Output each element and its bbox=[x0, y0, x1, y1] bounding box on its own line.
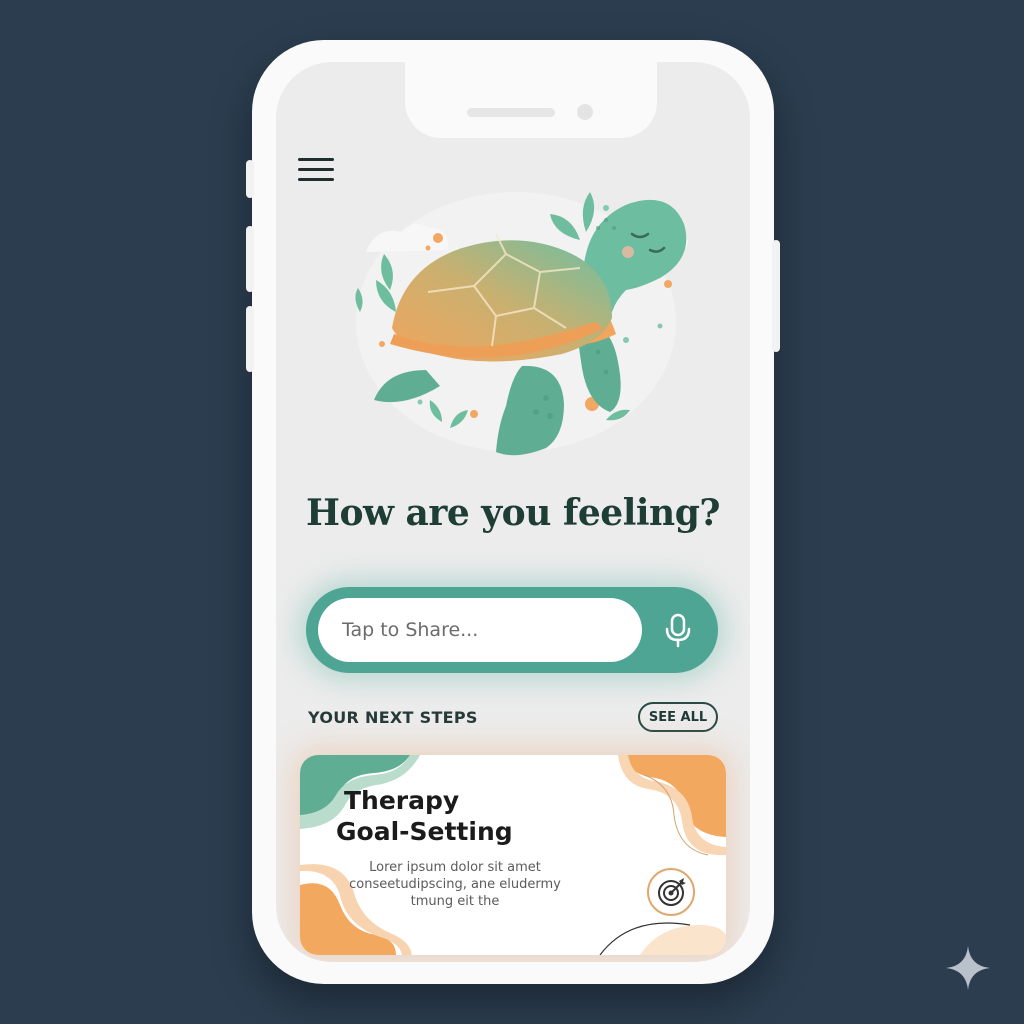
turtle-illustration bbox=[336, 162, 696, 462]
menu-line bbox=[298, 168, 334, 171]
speaker bbox=[467, 108, 555, 117]
side-button-silent bbox=[246, 160, 254, 198]
app-screen: How are you feeling? YOUR NEXT STEPS SEE… bbox=[276, 62, 750, 962]
section-title: YOUR NEXT STEPS bbox=[308, 708, 478, 727]
hamburger-menu-icon[interactable] bbox=[298, 158, 334, 186]
notch bbox=[405, 62, 657, 138]
card-title: Therapy Goal-Setting bbox=[336, 785, 564, 847]
card-description: Lorer ipsum dolor sit amet conseetudipsc… bbox=[349, 860, 561, 909]
next-step-card[interactable]: Therapy Goal-Setting Lorer ipsum dolor s… bbox=[300, 755, 726, 955]
share-input[interactable] bbox=[318, 598, 642, 662]
phone-frame: How are you feeling? YOUR NEXT STEPS SEE… bbox=[246, 40, 780, 984]
menu-line bbox=[298, 178, 334, 181]
target-icon[interactable] bbox=[646, 867, 696, 917]
menu-line bbox=[298, 158, 334, 161]
side-button-volume-up bbox=[246, 226, 254, 292]
microphone-icon[interactable] bbox=[656, 608, 700, 652]
card-title-line: Therapy bbox=[344, 786, 460, 815]
side-button-volume-down bbox=[246, 306, 254, 372]
see-all-button[interactable]: SEE ALL bbox=[638, 702, 718, 732]
sparkle-icon bbox=[946, 946, 990, 990]
card-title-line: Goal-Setting bbox=[336, 817, 513, 846]
camera bbox=[577, 104, 593, 120]
side-button-power bbox=[772, 240, 780, 352]
share-bar bbox=[306, 587, 718, 673]
page-title: How are you feeling? bbox=[305, 492, 721, 534]
